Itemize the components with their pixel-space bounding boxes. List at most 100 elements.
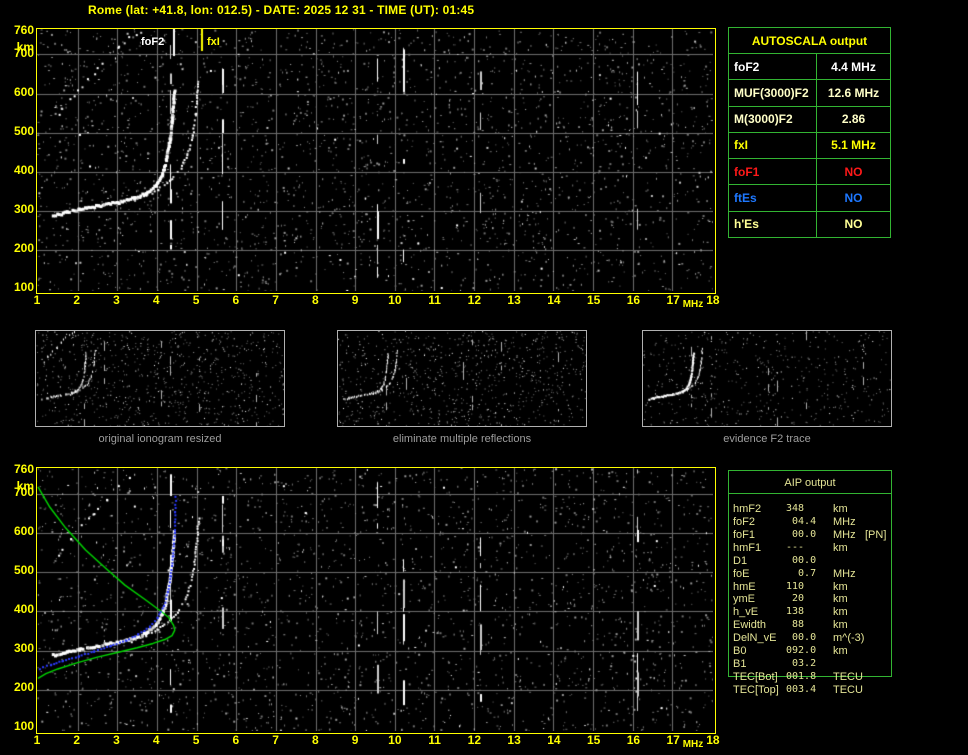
parameter-value: 20 [786, 593, 817, 605]
x-axis-unit-label: MHz [682, 299, 704, 310]
y-axis-tick-label: 500 [13, 563, 34, 578]
top-ionogram-plot: foF2 fxI [36, 28, 716, 294]
x-axis-tick-label: 3 [113, 733, 120, 747]
parameter-name: fxI [729, 132, 817, 159]
aip-row-2: foF1 00.0 MHz [PN] [728, 529, 928, 542]
parameter-value: NO [844, 217, 863, 232]
top-ionogram-canvas [37, 29, 713, 291]
parameter-unit: MHz [833, 528, 856, 541]
x-axis-unit-label: MHz [682, 739, 704, 750]
aip-row-7: ymE 20 km [728, 593, 928, 606]
autoscala-row-6: h'Es NO [729, 211, 890, 237]
parameter-value: --- [786, 541, 817, 553]
parameter-value: 00.0 [786, 554, 817, 566]
parameter-name: B0 [733, 645, 747, 658]
thumbnail-f2-trace-canvas [643, 331, 891, 426]
autoscala-output-table: AUTOSCALA output foF2 4.4 MHz MUF(3000)F2 1… [728, 27, 891, 238]
aip-row-10: DelN_vE 00.0 m^(-3) [728, 632, 928, 645]
autoscala-row-2: M(3000)F2 2.86 [729, 106, 890, 133]
parameter-unit: km [833, 593, 848, 606]
thumbnail-original-canvas [36, 331, 284, 426]
y-axis-tick-label: 400 [13, 602, 34, 617]
aip-row-4: D1 00.0 [728, 555, 928, 568]
parameter-value: 0.7 [786, 567, 817, 579]
parameter-value: 001.8 [786, 670, 817, 682]
parameter-name: M(3000)F2 [729, 106, 817, 132]
x-axis-tick-label: 12 [467, 733, 482, 747]
parameter-name: MUF(3000)F2 [729, 80, 817, 106]
y-axis-tick-label: 100 [13, 280, 34, 295]
y-axis-tick-label: 760 [13, 462, 34, 476]
thumbnail-caption-f2-trace: evidence F2 trace [723, 433, 811, 445]
x-axis-tick-label: 15 [586, 293, 601, 307]
parameter-value: 88 [786, 619, 817, 631]
autoscala-table-rows: foF2 4.4 MHz MUF(3000)F2 12.6 MHz M(3000)F2 2… [729, 54, 890, 237]
parameter-value: 003.4 [786, 683, 817, 695]
x-axis-tick-label: 2 [73, 733, 81, 747]
thumbnail-f2-trace [642, 330, 892, 427]
x-axis-tick-label: 8 [311, 293, 319, 307]
parameter-value: 5.1 MHz [831, 138, 876, 153]
autoscala-screen: Rome (lat: +41.8, lon: 012.5) - DATE: 20… [0, 0, 968, 755]
thumbnail-original-ionogram [35, 330, 285, 427]
fxi-marker-label: fxI [207, 36, 220, 48]
parameter-value: 00.0 [786, 632, 817, 644]
x-axis-tick-label: 5 [192, 293, 200, 307]
x-axis-tick-label: 7 [272, 733, 279, 747]
parameter-name: foF1 [733, 528, 756, 541]
parameter-value: NO [844, 164, 863, 179]
y-axis-tick-label: 200 [13, 680, 34, 695]
aip-table-header: AIP output [784, 477, 836, 489]
parameter-unit: km [833, 619, 848, 632]
parameter-name: Ewidth [733, 619, 767, 632]
parameter-unit: TECU [833, 683, 863, 696]
x-axis-tick-label: 9 [351, 293, 359, 307]
parameter-name: foF2 [729, 54, 817, 80]
aip-row-12: B1 03.2 [728, 658, 928, 671]
y-axis-tick-label: 600 [13, 524, 34, 539]
y-axis-tick-label: 400 [13, 163, 34, 178]
aip-row-6: hmE 110 km [728, 581, 928, 594]
x-axis-tick-label: 11 [428, 733, 441, 747]
autoscala-row-4: foF1 NO [729, 159, 890, 186]
x-axis-tick-label: 13 [507, 293, 521, 307]
x-axis-tick-label: 13 [507, 733, 521, 747]
parameter-unit: TECU [833, 670, 863, 683]
parameter-name: foF1 [729, 159, 817, 185]
x-axis-tick-label: 14 [547, 733, 561, 747]
x-axis-tick-label: 4 [152, 293, 160, 307]
bottom-ionogram-plot [36, 467, 716, 734]
bottom-ionogram-canvas [37, 468, 713, 731]
autoscala-row-5: ftEs NO [729, 185, 890, 212]
y-axis-unit-label: km [16, 479, 34, 493]
parameter-value: 110 [786, 580, 817, 592]
parameter-name: ymE [733, 593, 755, 606]
station-date-title: Rome (lat: +41.8, lon: 012.5) - DATE: 20… [88, 3, 475, 17]
parameter-name: foE [733, 567, 750, 580]
parameter-value: 092.0 [786, 645, 817, 657]
parameter-name: D1 [733, 554, 748, 567]
y-axis-tick-label: 760 [13, 23, 34, 37]
aip-row-9: Ewidth 88 km [728, 619, 928, 632]
parameter-name: DelN_vE [733, 632, 777, 645]
x-axis-tick-label: 8 [311, 733, 319, 747]
parameter-name: foF2 [733, 515, 756, 528]
y-axis-tick-label: 600 [13, 85, 34, 100]
fof2-marker-label: foF2 [141, 36, 165, 48]
thumbnail-no-multiples-canvas [338, 331, 586, 426]
aip-row-3: hmF1 --- km [728, 542, 928, 555]
y-axis-tick-label: 300 [13, 641, 34, 656]
y-axis-tick-label: 500 [13, 124, 34, 139]
parameter-name: B1 [733, 658, 747, 671]
thumbnail-caption-no-multiples: eliminate multiple reflections [392, 433, 532, 445]
parameter-value: 138 [786, 606, 817, 618]
x-axis-tick-label: 10 [388, 293, 402, 307]
parameter-name: h'Es [729, 211, 817, 237]
x-axis-tick-label: 16 [626, 733, 641, 747]
x-axis-tick-label: 1 [33, 293, 41, 307]
x-axis-tick-label: 4 [152, 733, 160, 747]
aip-row-8: h_vE 138 km [728, 606, 928, 619]
aip-row-1: foF2 04.4 MHz [728, 516, 928, 529]
y-axis-tick-label: 300 [13, 202, 34, 217]
x-axis-tick-label: 15 [586, 733, 601, 747]
